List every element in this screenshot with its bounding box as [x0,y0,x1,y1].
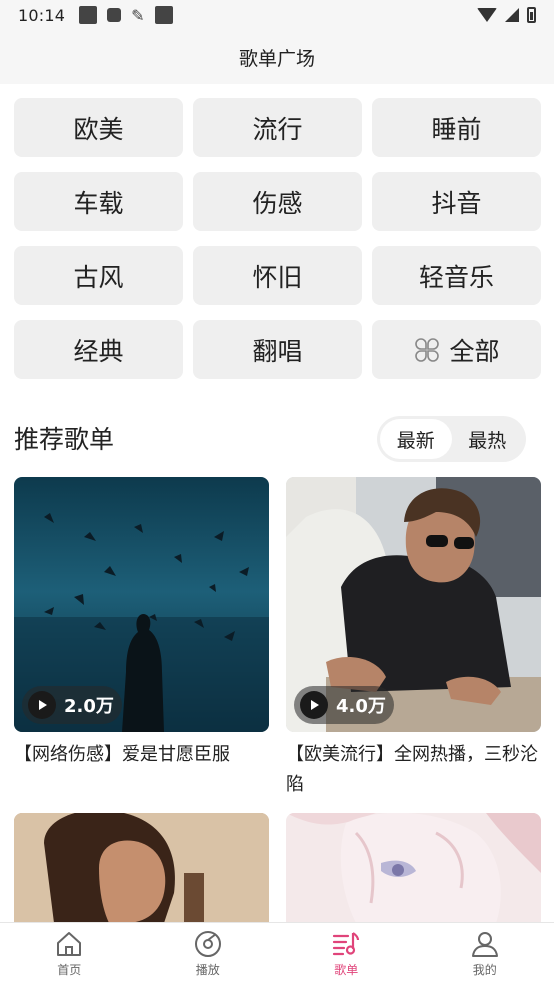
category-label: 翻唱 [252,336,303,366]
play-icon [28,691,56,719]
grid-icon [415,337,440,362]
category-grid: 欧美 流行 睡前 车载 伤感 抖音 古风 怀旧 轻音乐 经典 翻唱 全部 [14,98,542,379]
category-chip[interactable]: 车载 [14,172,183,231]
play-icon [300,691,328,719]
sort-hottest-button[interactable]: 最热 [452,419,524,459]
square-notification-icon [154,6,173,24]
category-chip[interactable]: 抖音 [372,172,541,231]
sort-newest-button[interactable]: 最新 [380,419,452,459]
section-title: 推荐歌单 [14,425,115,454]
bottom-tab-bar: 首页 播放 歌单 我的 [0,922,554,984]
category-label: 轻音乐 [418,262,494,292]
home-icon [57,932,82,956]
category-label: 欧美 [73,114,124,144]
playlist-card[interactable]: 4.0万 【欧美流行】全网热播，三秒沦陷 [286,477,541,800]
notification-icons: ✎ [79,5,173,25]
category-label: 抖音 [431,188,482,218]
tab-label: 首页 [57,963,82,977]
playlist-cover [286,813,541,923]
play-count-badge: 4.0万 [294,686,394,724]
category-label: 车载 [73,188,124,218]
playlist-cover: 2.0万 [14,477,269,732]
category-chip[interactable]: 伤感 [193,172,362,231]
category-label: 全部 [449,336,500,366]
playlist-card[interactable] [286,813,541,923]
sort-toggle: 最新 最热 [377,416,526,462]
category-chip[interactable]: 经典 [14,320,183,379]
category-chip-all[interactable]: 全部 [372,320,541,379]
tab-label: 我的 [472,963,497,977]
cleaner-notification-icon: ✎ [131,5,145,25]
tab-label: 播放 [195,963,220,977]
tab-mine[interactable]: 我的 [416,923,554,984]
cover-image-woman-portrait [14,813,269,923]
playlist-title: 【网络伤感】爱是甘愿臣服 [14,744,230,765]
playlist-cover [14,813,269,923]
category-label: 伤感 [252,188,303,218]
disc-icon [194,931,221,957]
tab-playlist[interactable]: 歌单 [277,923,416,984]
app-notification-icon [107,8,122,22]
category-label: 怀旧 [252,262,303,292]
category-chip[interactable]: 怀旧 [193,246,362,305]
page-title: 歌单广场 [238,47,315,70]
category-chip[interactable]: 流行 [193,98,362,157]
play-count-badge: 2.0万 [22,686,122,724]
signal-icon [505,8,519,22]
mail-notification-icon [79,6,98,24]
category-label: 流行 [252,114,303,144]
tab-play[interactable]: 播放 [139,923,278,984]
tab-label: 歌单 [334,963,359,977]
category-chip[interactable]: 轻音乐 [372,246,541,305]
category-label: 古风 [73,262,124,292]
battery-icon [527,7,536,23]
category-label: 经典 [73,336,124,366]
category-chip[interactable]: 古风 [14,246,183,305]
app-header: 歌单广场 [0,30,554,84]
person-icon [471,932,498,957]
category-chip[interactable]: 睡前 [372,98,541,157]
cover-image-anime-girl [286,813,541,923]
category-label: 睡前 [431,114,482,144]
category-chip[interactable]: 欧美 [14,98,183,157]
wifi-icon [477,8,497,22]
status-time: 10:14 [18,5,66,25]
playlist-icon [333,932,360,956]
playlist-cover: 4.0万 [286,477,541,732]
play-count: 2.0万 [64,696,114,717]
tab-home[interactable]: 首页 [0,923,139,984]
category-chip[interactable]: 翻唱 [193,320,362,379]
play-count: 4.0万 [336,696,386,717]
playlist-title: 【欧美流行】全网热播，三秒沦陷 [286,744,538,795]
status-bar: 10:14 ✎ [0,0,554,30]
playlist-card[interactable]: 2.0万 【网络伤感】爱是甘愿臣服 [14,477,269,770]
playlist-card[interactable] [14,813,269,923]
